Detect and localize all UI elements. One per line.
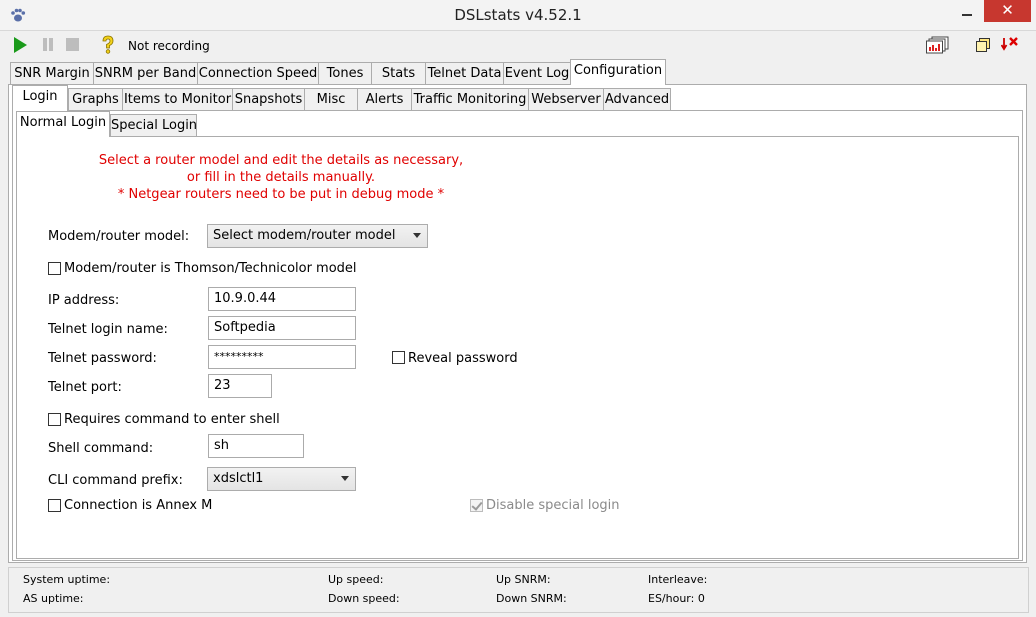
down-snrm: Down SNRM:: [496, 592, 567, 605]
tab-configuration[interactable]: Configuration: [570, 59, 666, 85]
pause-icon[interactable]: [41, 37, 57, 53]
login-name-field[interactable]: Softpedia: [208, 316, 356, 340]
cli-prefix-value: xdslctl1: [213, 471, 264, 486]
tab-traffic-monitoring[interactable]: Traffic Monitoring: [411, 88, 529, 110]
chevron-down-icon: [341, 476, 349, 481]
tab-snrm-per-band[interactable]: SNRM per Band: [93, 62, 198, 84]
check-icon: [471, 499, 483, 511]
tab-misc[interactable]: Misc: [304, 88, 358, 110]
reveal-password-checkbox[interactable]: [392, 351, 405, 364]
tab-webserver[interactable]: Webserver: [528, 88, 604, 110]
login-name-label: Telnet login name:: [48, 322, 168, 337]
password-label: Telnet password:: [48, 351, 157, 366]
tab-snapshots[interactable]: Snapshots: [232, 88, 305, 110]
disable-special-login-checkbox: [470, 499, 483, 512]
recording-status: Not recording: [128, 39, 210, 53]
model-label: Modem/router model:: [48, 229, 190, 244]
close-button[interactable]: ✕: [984, 0, 1031, 22]
down-speed: Down speed:: [328, 592, 400, 605]
annex-m-checkbox[interactable]: [48, 499, 61, 512]
model-dropdown-value: Select modem/router model: [213, 228, 396, 243]
interleave: Interleave:: [648, 573, 708, 586]
tab-tones[interactable]: Tones: [318, 62, 372, 84]
notice-line-2: or fill in the details manually.: [186, 170, 376, 185]
up-snrm: Up SNRM:: [496, 573, 551, 586]
annex-m-label: Connection is Annex M: [64, 498, 213, 513]
play-icon[interactable]: [14, 37, 27, 53]
chevron-down-icon: [413, 233, 421, 238]
requires-shell-checkbox[interactable]: [48, 413, 61, 426]
cli-prefix-label: CLI command prefix:: [48, 473, 183, 488]
minimize-button[interactable]: [950, 0, 984, 22]
graphs-icon[interactable]: [926, 36, 950, 54]
tab-stats[interactable]: Stats: [371, 62, 426, 84]
tab-connection-speed[interactable]: Connection Speed: [197, 62, 319, 84]
tab-advanced[interactable]: Advanced: [603, 88, 671, 110]
tab-alerts[interactable]: Alerts: [357, 88, 412, 110]
toolbar: Not recording: [0, 31, 1036, 59]
help-icon[interactable]: [99, 35, 117, 55]
thomson-checkbox[interactable]: [48, 262, 61, 275]
close-icon: ✕: [1001, 1, 1014, 19]
copy-icon[interactable]: [976, 38, 990, 52]
tab-login[interactable]: Login: [12, 85, 68, 111]
port-field[interactable]: 23: [208, 374, 272, 398]
ip-field[interactable]: 10.9.0.44: [208, 287, 356, 311]
as-uptime: AS uptime:: [23, 592, 84, 605]
up-speed: Up speed:: [328, 573, 384, 586]
requires-shell-label: Requires command to enter shell: [64, 412, 280, 427]
shell-command-label: Shell command:: [48, 441, 154, 456]
tab-special-login[interactable]: Special Login: [110, 114, 197, 136]
window-title: DSLstats v4.52.1: [454, 6, 582, 24]
tab-graphs[interactable]: Graphs: [68, 88, 123, 110]
tab-normal-login[interactable]: Normal Login: [16, 111, 110, 137]
es-per-hour: ES/hour: 0: [648, 592, 705, 605]
tab-event-log[interactable]: Event Log: [503, 62, 571, 84]
title-bar: DSLstats v4.52.1 ✕: [0, 0, 1036, 31]
model-dropdown[interactable]: Select modem/router model: [207, 224, 428, 248]
notice-line-1: Select a router model and edit the detai…: [98, 153, 464, 168]
tab-items-to-monitor[interactable]: Items to Monitor: [122, 88, 233, 110]
exit-icon[interactable]: [1001, 36, 1019, 54]
reveal-password-label: Reveal password: [408, 351, 518, 366]
system-uptime: System uptime:: [23, 573, 111, 586]
shell-command-field[interactable]: sh: [208, 434, 304, 458]
disable-special-login-label: Disable special login: [486, 498, 620, 513]
status-bar: System uptime: AS uptime: Up speed: Down…: [8, 567, 1029, 613]
tab-snr-margin[interactable]: SNR Margin: [10, 62, 94, 84]
cli-prefix-dropdown[interactable]: xdslctl1: [207, 467, 356, 491]
password-field[interactable]: *********: [208, 345, 356, 369]
port-label: Telnet port:: [48, 380, 122, 395]
ip-label: IP address:: [48, 293, 120, 308]
tab-telnet-data[interactable]: Telnet Data: [425, 62, 504, 84]
stop-icon[interactable]: [66, 38, 79, 51]
notice-line-3: * Netgear routers need to be put in debu…: [117, 187, 445, 202]
thomson-label: Modem/router is Thomson/Technicolor mode…: [64, 261, 357, 276]
